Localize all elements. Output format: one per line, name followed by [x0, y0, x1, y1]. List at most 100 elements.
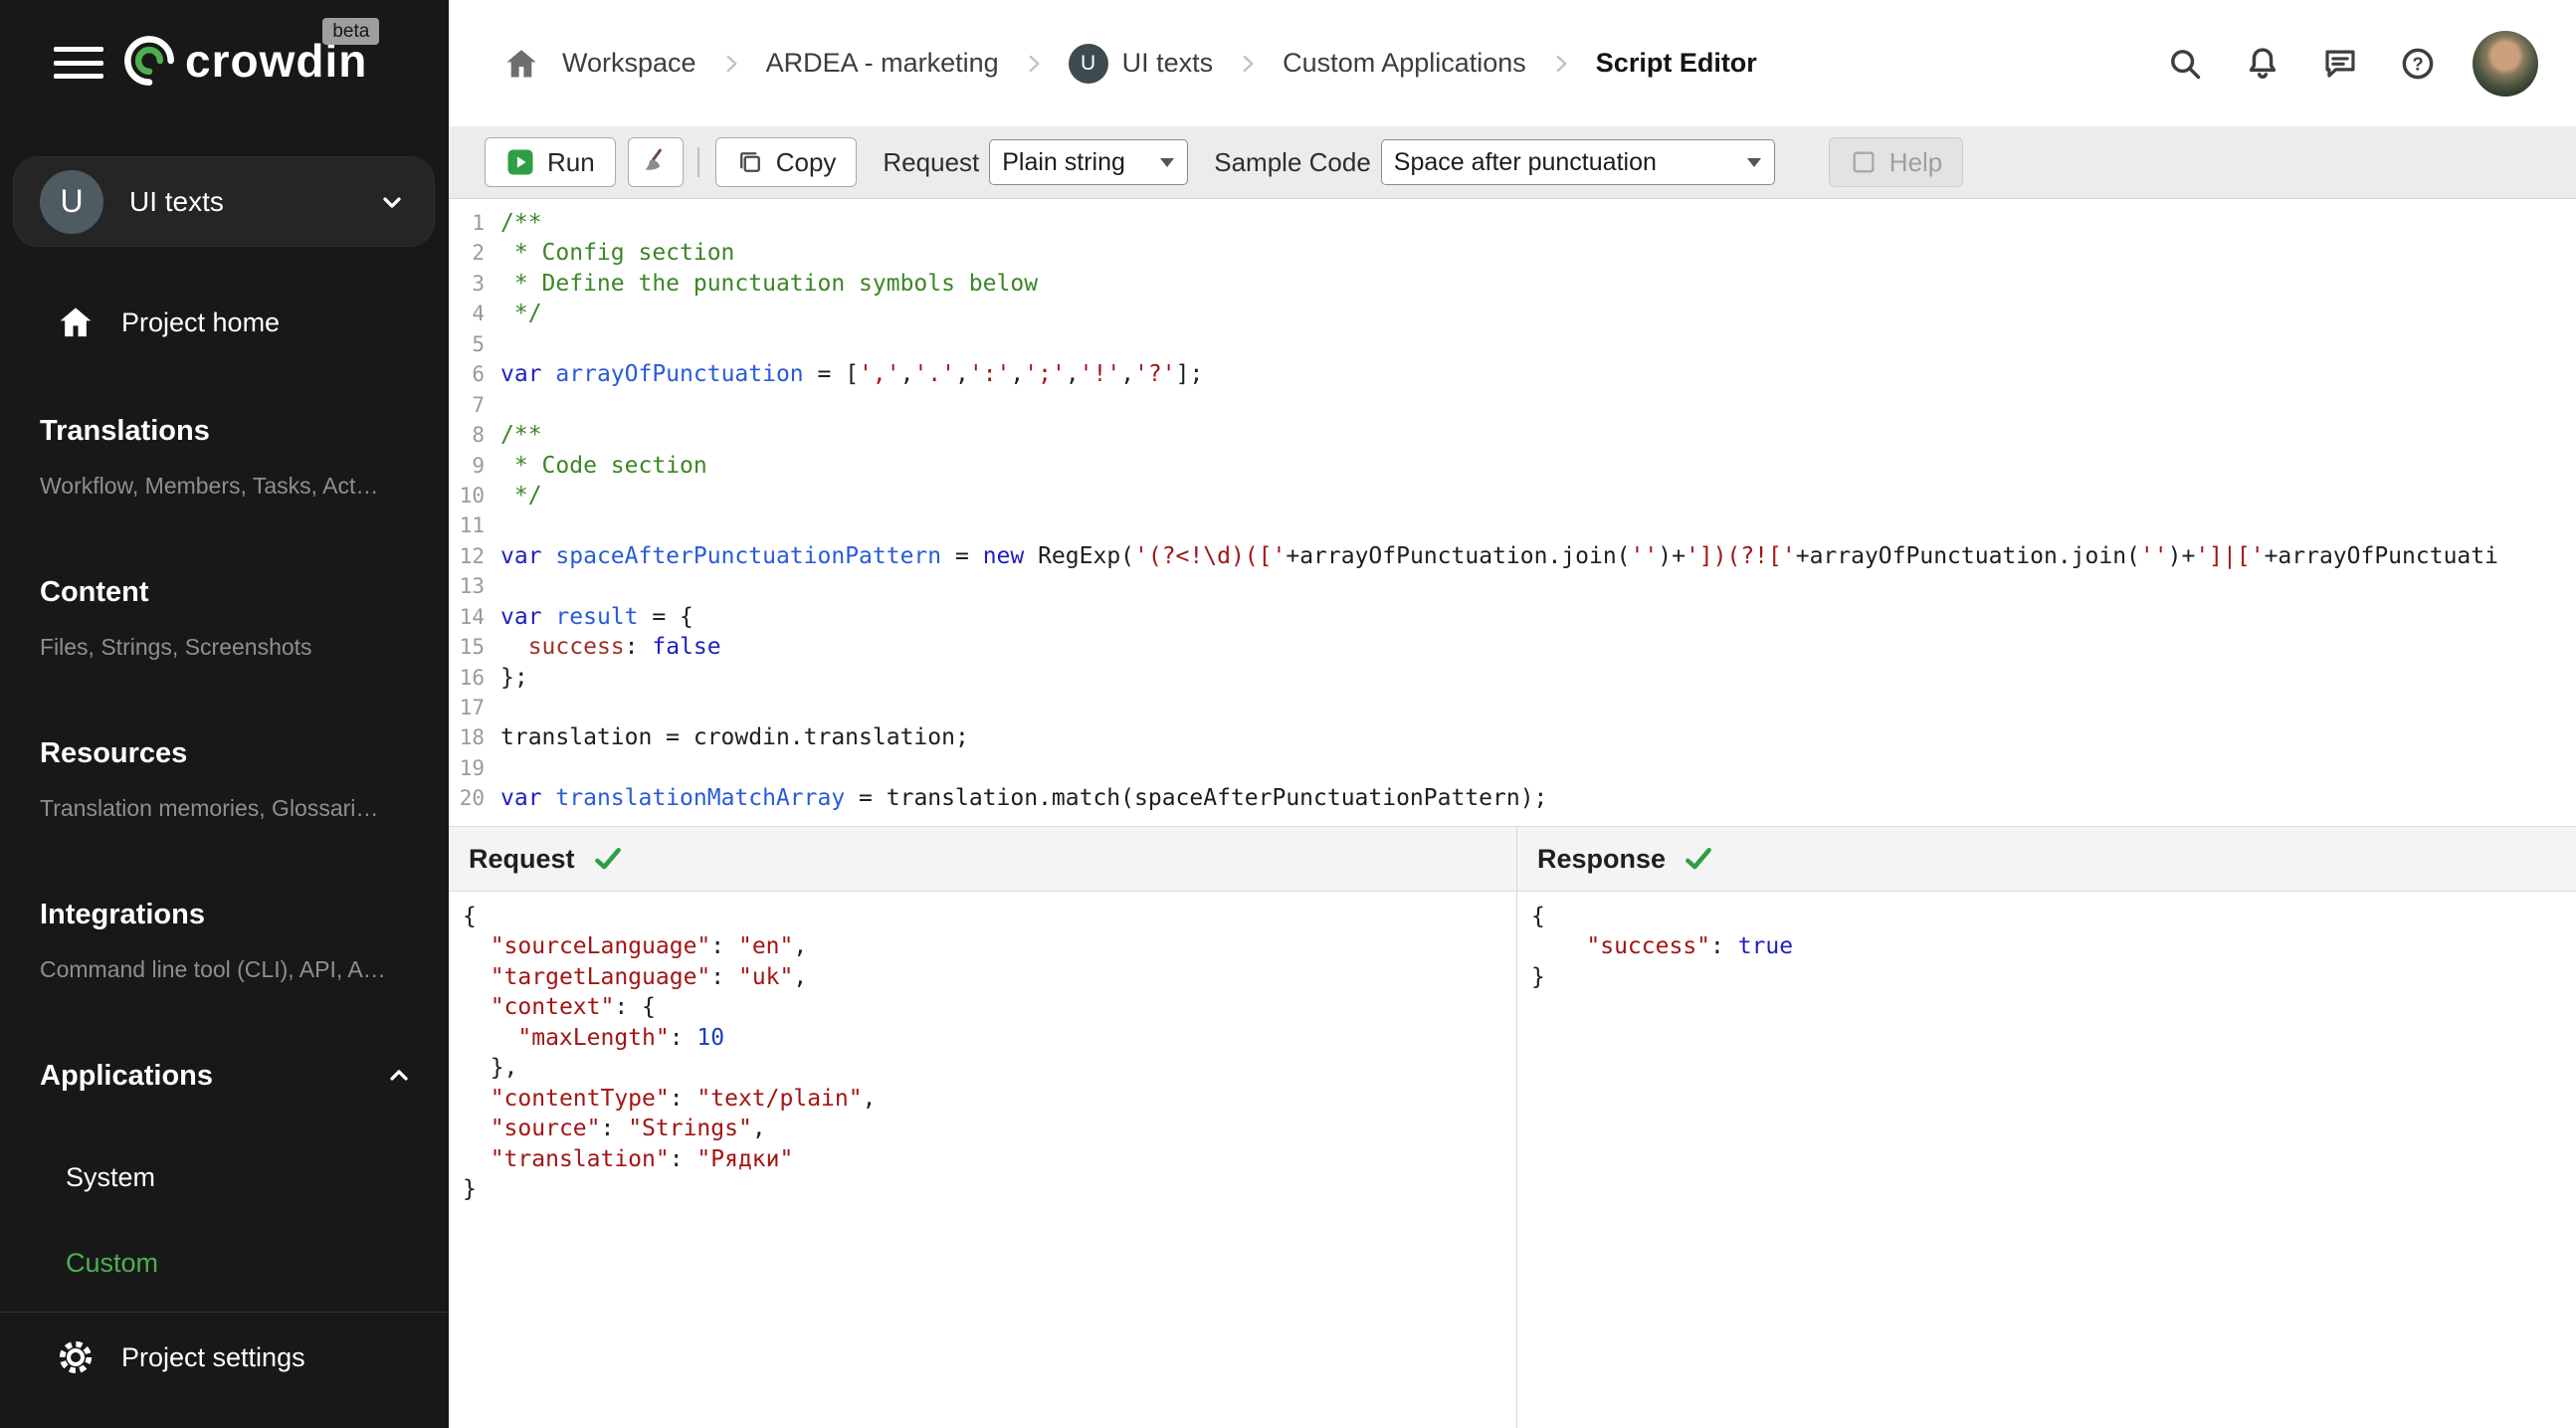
- line-number: 5: [472, 331, 485, 356]
- line-number: 7: [472, 392, 485, 417]
- sidebar-item-content[interactable]: Content Files, Strings, Screenshots: [40, 575, 421, 661]
- request-panel-title: Request: [469, 843, 575, 874]
- json-line: {: [463, 902, 1516, 931]
- breadcrumb-project[interactable]: ARDEA - marketing: [766, 48, 999, 79]
- user-avatar[interactable]: [2473, 30, 2538, 97]
- json-line: "source": "Strings",: [463, 1114, 1516, 1143]
- sidebar-item-project-settings[interactable]: Project settings: [56, 1333, 305, 1381]
- line-number: 9: [472, 453, 485, 478]
- crowdin-logo[interactable]: crowdin beta: [123, 18, 380, 88]
- breadcrumb-custom-applications[interactable]: Custom Applications: [1283, 48, 1526, 79]
- sidebar-home-label: Project home: [121, 306, 281, 337]
- code-line: 15 success: false: [449, 632, 2576, 662]
- code-text: "contentType": "text/plain",: [490, 1085, 877, 1112]
- json-line: "translation": "Рядки": [463, 1144, 1516, 1174]
- beta-badge: beta: [322, 18, 380, 45]
- json-line: "maxLength": 10: [463, 1023, 1516, 1053]
- sidebar-item-applications[interactable]: Applications: [40, 1059, 413, 1093]
- app-avatar: U: [1068, 43, 1108, 84]
- sidebar-section-subtitle: Translation memories, Glossari…: [40, 795, 379, 821]
- code-line: 4 */: [449, 299, 2576, 328]
- sidebar-item-integrations[interactable]: Integrations Command line tool (CLI), API…: [40, 898, 421, 983]
- sample-code-select[interactable]: Space after punctuation: [1380, 139, 1775, 185]
- script-toolbar: Run Copy Request Plain string Sample Cod…: [449, 126, 2576, 199]
- json-line: "success": true: [1531, 931, 2576, 961]
- line-number: 17: [459, 696, 485, 719]
- broom-icon: [645, 148, 662, 170]
- response-panel-title: Response: [1537, 843, 1667, 874]
- code-line: 9 * Code section: [449, 451, 2576, 481]
- line-number: 12: [459, 543, 485, 568]
- check-icon: [1685, 848, 1711, 870]
- line-number: 11: [459, 513, 485, 538]
- help-button[interactable]: Help: [1828, 137, 1964, 187]
- main-area: Workspace ARDEA - marketing U UI texts C…: [449, 0, 2576, 1428]
- sidebar-item-system[interactable]: System: [66, 1160, 158, 1194]
- code-line: 11: [449, 510, 2576, 540]
- line-number: 18: [459, 725, 485, 750]
- breadcrumb-home-button[interactable]: [502, 45, 540, 83]
- sidebar-item-resources[interactable]: Resources Translation memories, Glossari…: [40, 736, 421, 822]
- code-line: 10 */: [449, 481, 2576, 510]
- chevron-down-icon: [383, 196, 401, 208]
- play-icon: [507, 149, 533, 175]
- copy-button[interactable]: Copy: [714, 137, 858, 187]
- line-number: 14: [459, 604, 485, 629]
- json-line: },: [463, 1053, 1516, 1083]
- line-number: 2: [472, 241, 485, 266]
- code-text: "targetLanguage": "uk",: [490, 963, 808, 990]
- menu-hamburger-icon[interactable]: [54, 44, 103, 82]
- sample-code-select-wrap: Space after punctuation: [1380, 139, 1775, 185]
- check-icon: [594, 848, 621, 870]
- sidebar-divider: [0, 1312, 449, 1313]
- sample-code-label: Sample Code: [1214, 146, 1371, 177]
- search-button[interactable]: [2162, 41, 2208, 87]
- code-line: 5: [449, 329, 2576, 359]
- messages-button[interactable]: [2317, 41, 2363, 87]
- project-avatar: U: [40, 169, 103, 234]
- sidebar-item-project-home[interactable]: Project home: [56, 301, 280, 344]
- request-type-select[interactable]: Plain string: [989, 139, 1189, 185]
- svg-text:?: ?: [2412, 54, 2423, 74]
- sidebar: crowdin beta U UI texts Project home Tra…: [0, 0, 449, 1428]
- breadcrumb-app[interactable]: U UI texts: [1068, 43, 1213, 84]
- json-line: "sourceLanguage": "en",: [463, 931, 1516, 961]
- line-number: 6: [472, 362, 485, 387]
- crowdin-logo-icon: [124, 36, 174, 86]
- json-line: "context": {: [463, 992, 1516, 1022]
- code-text: */: [500, 301, 542, 327]
- code-editor[interactable]: 1/** 2 * Config section 3 * Define the pun…: [449, 199, 2576, 826]
- code-text: var spaceAfterPunctuationPattern = new R…: [500, 542, 2498, 569]
- sidebar-section-title: Translations: [40, 415, 210, 447]
- clear-button[interactable]: [627, 137, 684, 187]
- line-number: 19: [459, 755, 485, 780]
- request-select-label: Request: [883, 146, 980, 177]
- code-line: 3 * Define the punctuation symbols below: [449, 269, 2576, 299]
- line-number: 1: [472, 211, 485, 235]
- io-panels: Request { "sourceLanguage": "en", "targe…: [449, 826, 2576, 1428]
- run-button[interactable]: Run: [485, 137, 616, 187]
- app-root: crowdin beta U UI texts Project home Tra…: [0, 0, 2576, 1428]
- code-text: {: [1531, 904, 1545, 929]
- code-line: 1 /**: [449, 208, 2576, 238]
- code-line: 14 var result = {: [449, 602, 2576, 632]
- code-text: * Code section: [500, 452, 707, 479]
- help-menu-button[interactable]: ?: [2395, 41, 2441, 87]
- sidebar-item-translations[interactable]: Translations Workflow, Members, Tasks, Ac…: [40, 414, 421, 500]
- sidebar-section-title: Integrations: [40, 899, 205, 930]
- request-panel-header: Request: [449, 826, 1516, 892]
- code-text: var result = {: [500, 603, 694, 630]
- applications-title: Applications: [40, 1060, 214, 1092]
- notifications-button[interactable]: [2240, 41, 2285, 87]
- project-selector[interactable]: U UI texts: [13, 156, 435, 247]
- json-line: "contentType": "text/plain",: [463, 1084, 1516, 1114]
- line-number: 3: [472, 271, 485, 296]
- code-text: * Config section: [500, 240, 735, 267]
- json-line: "targetLanguage": "uk",: [463, 962, 1516, 992]
- request-json[interactable]: { "sourceLanguage": "en", "targetLanguag…: [449, 892, 1516, 1204]
- sidebar-item-custom[interactable]: Custom: [66, 1246, 158, 1280]
- sidebar-section-title: Content: [40, 576, 149, 608]
- code-text: "sourceLanguage": "en",: [490, 933, 808, 960]
- breadcrumb-workspace[interactable]: Workspace: [562, 48, 696, 79]
- code-text: };: [500, 664, 528, 691]
